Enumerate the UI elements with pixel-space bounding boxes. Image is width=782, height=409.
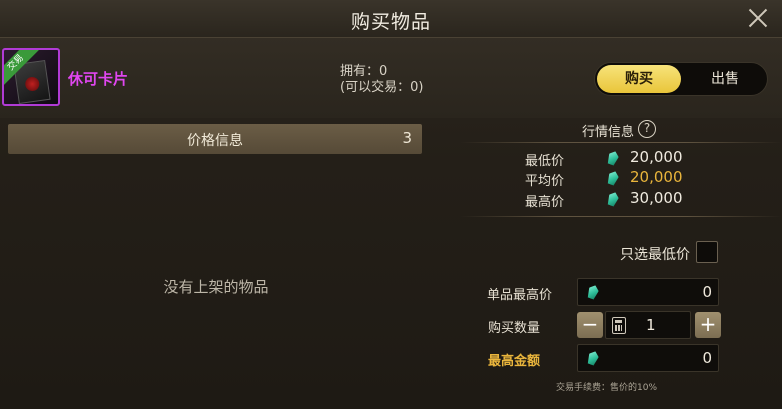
max-unit-price-input[interactable]: 0	[577, 278, 719, 306]
tab-sell[interactable]: 出售	[683, 65, 767, 93]
calculator-icon[interactable]	[612, 317, 626, 334]
tradable-count: (可以交易：0)	[340, 80, 424, 95]
quantity-minus-button[interactable]: −	[577, 312, 603, 338]
divider	[460, 216, 782, 217]
buy-item-window: 购买物品 交易 休可卡片 拥有：0 (可以交易：0) 购买 出售 价格信息 3 …	[0, 0, 782, 409]
price-info-header: 价格信息 3	[8, 124, 422, 154]
fee-note: 交易手续费：售价的10%	[556, 383, 658, 393]
stat-label: 最低价	[524, 154, 564, 169]
tab-buy[interactable]: 购买	[597, 65, 681, 93]
stat-value: 20,000	[630, 168, 683, 186]
price-list-panel: 价格信息 3 没有上架的物品	[6, 124, 426, 404]
stat-value: 20,000	[630, 148, 683, 166]
gem-icon	[606, 150, 620, 166]
stat-highest: 最高价 30,000	[470, 189, 770, 210]
gem-icon	[606, 191, 620, 207]
only-lowest-checkbox[interactable]	[696, 241, 718, 263]
divider	[460, 142, 782, 143]
max-total-value: 0	[702, 349, 712, 367]
item-card-icon[interactable]: 交易	[2, 48, 60, 106]
listing-count: 3	[402, 129, 412, 147]
max-unit-price-label: 单品最高价	[486, 288, 552, 303]
stat-label: 平均价	[524, 174, 564, 189]
quantity-input[interactable]: 1	[605, 311, 691, 339]
only-lowest-label: 只选最低价	[620, 247, 690, 263]
max-unit-price-value: 0	[702, 283, 712, 301]
quantity-plus-button[interactable]: +	[695, 312, 721, 338]
owned-count: 拥有：0	[340, 64, 388, 79]
gem-icon	[586, 284, 600, 300]
stat-label: 最高价	[524, 195, 564, 210]
market-info-title: 行情信息	[582, 125, 635, 140]
gem-icon	[586, 350, 600, 366]
close-icon[interactable]	[746, 6, 770, 30]
quantity-value: 1	[646, 316, 656, 334]
stat-lowest: 最低价 20,000	[470, 148, 770, 169]
stat-value: 30,000	[630, 189, 683, 207]
help-icon[interactable]: ?	[638, 120, 656, 138]
owned-info: 拥有：0 (可以交易：0)	[340, 64, 423, 96]
price-info-title: 价格信息	[187, 133, 243, 149]
max-total-input[interactable]: 0	[577, 344, 719, 372]
empty-message: 没有上架的物品	[163, 278, 269, 296]
item-header: 交易 休可卡片 拥有：0 (可以交易：0) 购买 出售	[0, 38, 782, 118]
buy-sell-toggle: 购买 出售	[594, 62, 768, 96]
max-total-label: 最高金额	[487, 354, 540, 369]
gem-icon	[606, 170, 620, 186]
window-title: 购买物品	[350, 11, 431, 33]
stat-average: 平均价 20,000	[470, 168, 770, 189]
quantity-label: 购买数量	[487, 321, 540, 336]
title-bar: 购买物品	[0, 0, 782, 38]
item-name: 休可卡片	[68, 70, 129, 88]
